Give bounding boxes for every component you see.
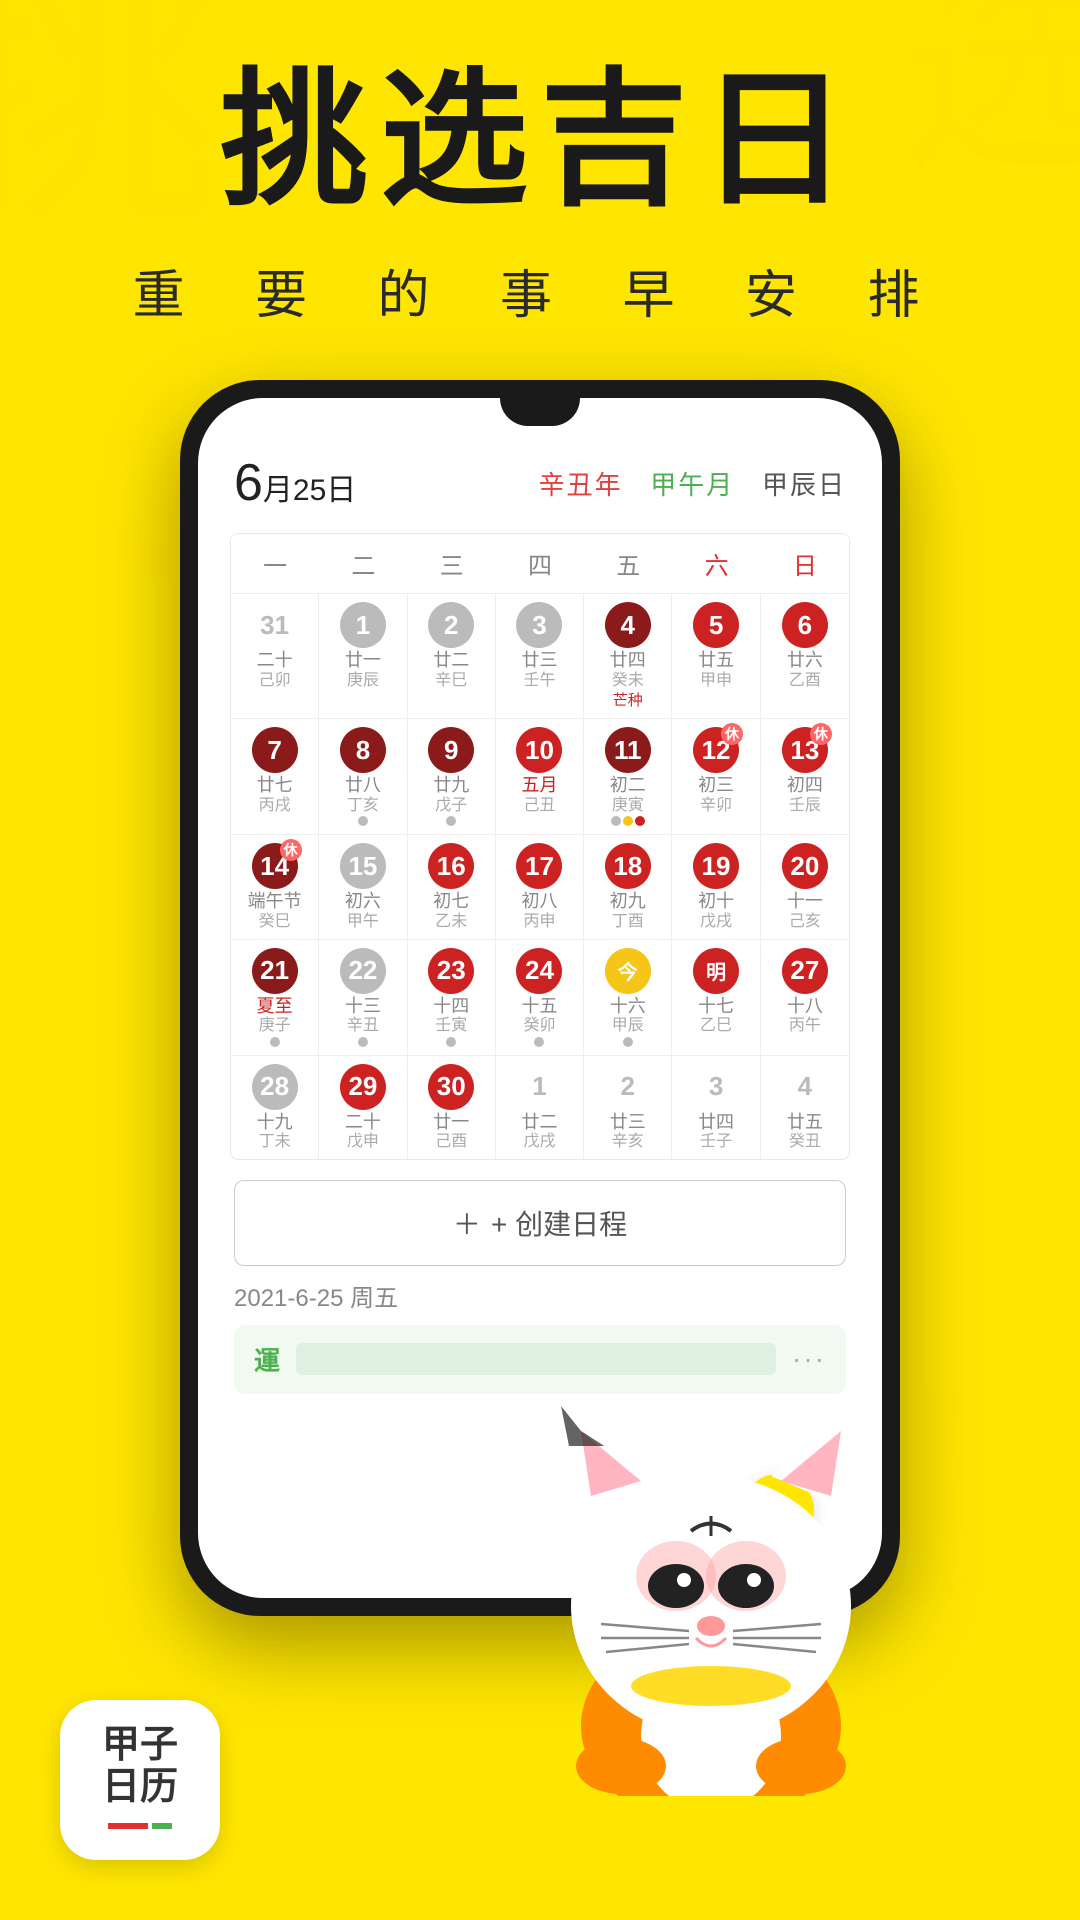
calendar-cell[interactable]: 9廿九戊子 <box>408 718 496 834</box>
calendar-cell[interactable]: 今十六甲辰 <box>584 939 672 1055</box>
hero-subtitle: 重 要 的 事 早 安 排 <box>0 253 1080 328</box>
calendar-cell[interactable]: 20十一己亥 <box>761 834 849 938</box>
calendar-cell[interactable]: 11初二庚寅 <box>584 718 672 834</box>
calendar-cell[interactable]: 31二十己卯 <box>231 593 319 718</box>
calendar-cell[interactable]: 15初六甲午 <box>319 834 407 938</box>
weekday-sun: 日 <box>761 534 849 593</box>
calendar-cell[interactable]: 5廿五甲申 <box>672 593 760 718</box>
calendar-cell[interactable]: 19初十戊戌 <box>672 834 760 938</box>
weekday-sat: 六 <box>672 534 760 593</box>
calendar-cell[interactable]: 3廿四壬子 <box>672 1055 760 1159</box>
create-schedule-button[interactable]: ＋ + 创建日程 <box>234 1180 846 1266</box>
calendar-cell[interactable]: 1廿一庚辰 <box>319 593 407 718</box>
calendar-cell[interactable]: 13休初四壬辰 <box>761 718 849 834</box>
calendar-cell[interactable]: 22十三辛丑 <box>319 939 407 1055</box>
cat-mascot <box>521 1376 901 1796</box>
calendar-cell[interactable]: 16初七乙未 <box>408 834 496 938</box>
calendar-cell[interactable]: 23十四壬寅 <box>408 939 496 1055</box>
calendar-header: 6月25日 辛丑年 甲午月 甲辰日 <box>230 453 850 513</box>
calendar-cell[interactable]: 29二十戊申 <box>319 1055 407 1159</box>
lunar-date: 辛丑年 甲午月 甲辰日 <box>539 465 846 502</box>
weekday-thu: 四 <box>496 534 584 593</box>
phone-mockup: 6月25日 辛丑年 甲午月 甲辰日 一 二 三 <box>180 380 900 1616</box>
app-icon: 甲子 日历 ▬▬ ▬ <box>60 1700 220 1860</box>
calendar-cell[interactable]: 10五月己丑 <box>496 718 584 834</box>
app-icon-red-bar: ▬▬ <box>108 1812 148 1835</box>
calendar-cell[interactable]: 12休初三辛卯 <box>672 718 760 834</box>
calendar-cell[interactable]: 8廿八丁亥 <box>319 718 407 834</box>
calendar-body: 31二十己卯1廿一庚辰2廿二辛巳3廿三壬午4廿四癸未芒种5廿五甲申6廿六乙酉 7廿… <box>231 593 849 1159</box>
create-button-label: + 创建日程 <box>491 1203 627 1243</box>
schedule-more-icon[interactable]: ··· <box>792 1343 826 1375</box>
calendar-cell[interactable]: 30廿一己酉 <box>408 1055 496 1159</box>
weekday-tue: 二 <box>319 534 407 593</box>
plus-icon: ＋ <box>453 1203 481 1243</box>
calendar-cell[interactable]: 明十七乙巳 <box>672 939 760 1055</box>
hero-title: 挑选吉日 <box>0 60 1080 223</box>
calendar-cell[interactable]: 1廿二戊戌 <box>496 1055 584 1159</box>
weekday-mon: 一 <box>231 534 319 593</box>
schedule-tag: 運 <box>254 1341 280 1378</box>
schedule-content-bar <box>296 1343 776 1375</box>
calendar-cell[interactable]: 4廿四癸未芒种 <box>584 593 672 718</box>
app-icon-green-bar: ▬ <box>152 1812 172 1835</box>
weekday-header: 一 二 三 四 五 六 日 <box>231 534 849 593</box>
calendar-cell[interactable]: 4廿五癸丑 <box>761 1055 849 1159</box>
schedule-date: 2021-6-25 周五 <box>234 1278 846 1313</box>
calendar-cell[interactable]: 24十五癸卯 <box>496 939 584 1055</box>
calendar-cell[interactable]: 2廿二辛巳 <box>408 593 496 718</box>
calendar-cell[interactable]: 21夏至庚子 <box>231 939 319 1055</box>
calendar-date: 6月25日 <box>234 453 356 513</box>
calendar-cell[interactable]: 18初九丁酉 <box>584 834 672 938</box>
weekday-fri: 五 <box>584 534 672 593</box>
hero-section: 挑选吉日 重 要 的 事 早 安 排 <box>0 60 1080 328</box>
calendar-cell[interactable]: 6廿六乙酉 <box>761 593 849 718</box>
calendar-cell[interactable]: 28十九丁未 <box>231 1055 319 1159</box>
calendar-cell[interactable]: 2廿三辛亥 <box>584 1055 672 1159</box>
app-icon-bar: ▬▬ ▬ <box>108 1812 172 1835</box>
app-icon-text: 甲子 日历 <box>102 1725 178 1809</box>
weekday-wed: 三 <box>408 534 496 593</box>
calendar-cell[interactable]: 14休端午节癸巳 <box>231 834 319 938</box>
calendar-cell[interactable]: 3廿三壬午 <box>496 593 584 718</box>
calendar-grid: 一 二 三 四 五 六 日 31二十己卯1廿一庚辰2廿二辛巳3廿三壬午4廿四癸未… <box>230 533 850 1160</box>
calendar-cell[interactable]: 7廿七丙戌 <box>231 718 319 834</box>
calendar-cell[interactable]: 17初八丙申 <box>496 834 584 938</box>
calendar-cell[interactable]: 27十八丙午 <box>761 939 849 1055</box>
